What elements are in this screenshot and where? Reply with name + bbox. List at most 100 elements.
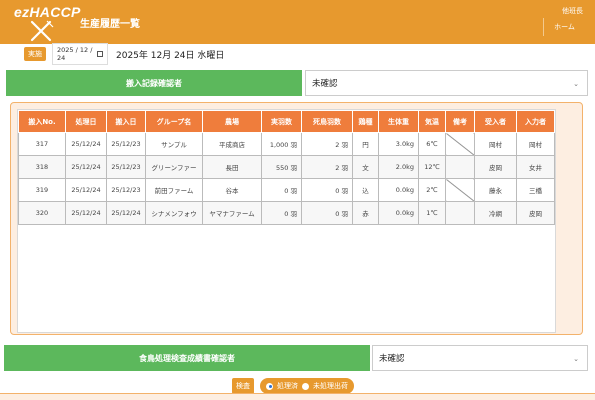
col-header: 搬入No.	[18, 110, 66, 133]
page-title: 生産履歴一覧	[80, 19, 140, 30]
table-row[interactable]: 317 25/12/24 25/12/23 サンプル 平成商店 1,000 羽 …	[18, 132, 555, 156]
cell-empty	[445, 178, 475, 202]
table-header-row: 搬入No. 処理日 搬入日 グループ名 農場 実羽数 死鳥羽数 鶏種 生体重 気…	[18, 110, 555, 133]
col-header: 農場	[202, 110, 262, 133]
cell: 平成商店	[202, 132, 262, 156]
cell-empty	[445, 155, 475, 179]
table-row[interactable]: 319 25/12/24 25/12/23 前田ファーム 谷本 0 羽 0 羽 …	[18, 178, 555, 202]
cell: 25/12/24	[65, 178, 107, 202]
inspection-checker-select[interactable]: 未確認 ⌄	[372, 345, 588, 371]
cell: 2.0kg	[378, 155, 419, 179]
receipt-checker-value: 未確認	[312, 79, 338, 89]
cell-empty	[445, 132, 475, 156]
inspection-row: 検査 処理済 未処理出荷	[232, 378, 354, 394]
cell: 0.0kg	[378, 178, 419, 202]
cell: 円	[352, 132, 379, 156]
cell: 3.0kg	[378, 132, 419, 156]
cell: 0 羽	[301, 178, 353, 202]
cell: 25/12/23	[106, 178, 146, 202]
cell: 0 羽	[261, 178, 302, 202]
app-header: ezHACCP 生産履歴一覧 他班長 ホーム	[0, 0, 595, 44]
fork-knife-icon	[30, 20, 54, 42]
cell: ヤマナファーム	[202, 201, 262, 225]
col-header: 受入者	[474, 110, 517, 133]
cell: 0.0kg	[378, 201, 419, 225]
cell: 冷網	[474, 201, 517, 225]
col-header: 搬入日	[106, 110, 146, 133]
cell: 318	[18, 155, 66, 179]
cell: 25/12/23	[106, 132, 146, 156]
col-header: 入力者	[516, 110, 555, 133]
radio-processed[interactable]	[266, 382, 273, 390]
col-header: 実羽数	[261, 110, 302, 133]
date-input[interactable]: 2025 / 12 / 24	[52, 43, 108, 65]
cell: 三橋	[516, 178, 555, 202]
cell: 25/12/24	[106, 201, 146, 225]
cell: 込	[352, 178, 379, 202]
cell: 0 羽	[301, 201, 353, 225]
table-panel: 搬入No. 処理日 搬入日 グループ名 農場 実羽数 死鳥羽数 鶏種 生体重 気…	[10, 102, 583, 335]
col-header: 備考	[445, 110, 475, 133]
table-scroll-area[interactable]: 搬入No. 処理日 搬入日 グループ名 農場 実羽数 死鳥羽数 鶏種 生体重 気…	[17, 109, 556, 333]
date-label: 実施	[24, 47, 46, 61]
inspection-checker-value: 未確認	[379, 354, 405, 364]
cell: 女井	[516, 155, 555, 179]
table-row[interactable]: 320 25/12/24 25/12/24 シナメンフォウ ヤマナファーム 0 …	[18, 201, 555, 225]
chevron-down-icon: ⌄	[573, 80, 579, 88]
inspection-radio-group: 処理済 未処理出荷	[260, 378, 354, 394]
cell: 25/12/24	[65, 132, 107, 156]
table-row[interactable]: 318 25/12/24 25/12/23 グリーンファー 長田 550 羽 2…	[18, 155, 555, 179]
cell: 皮岡	[474, 155, 517, 179]
cell: 岡村	[516, 132, 555, 156]
cell: サンプル	[145, 132, 203, 156]
cell: 皮岡	[516, 201, 555, 225]
app-logo: ezHACCP	[14, 4, 81, 20]
production-history-table: 搬入No. 処理日 搬入日 グループ名 農場 実羽数 死鳥羽数 鶏種 生体重 気…	[18, 110, 555, 225]
date-row: 実施 2025 / 12 / 24 2025年 12月 24日 水曜日	[24, 43, 225, 65]
user-name: 他班長	[562, 7, 583, 15]
cell: 12℃	[418, 155, 446, 179]
cell: 0 羽	[261, 201, 302, 225]
bottom-panel-edge	[0, 393, 595, 400]
cell-empty	[445, 201, 475, 225]
cell: 2 羽	[301, 155, 353, 179]
inspection-checker-label: 食鳥処理検査成績書確認者	[4, 345, 370, 371]
date-input-value: 2025 / 12 / 24	[57, 46, 93, 62]
col-header: 死鳥羽数	[301, 110, 353, 133]
cell: グリーンファー	[145, 155, 203, 179]
cell: 前田ファーム	[145, 178, 203, 202]
col-header: 気温	[418, 110, 446, 133]
cell: 2 羽	[301, 132, 353, 156]
cell: 赤	[352, 201, 379, 225]
col-header: 生体重	[378, 110, 419, 133]
radio-unprocessed-label: 未処理出荷	[313, 382, 348, 390]
cell: 岡村	[474, 132, 517, 156]
cell: 320	[18, 201, 66, 225]
cell: 1,000 羽	[261, 132, 302, 156]
col-header: 処理日	[65, 110, 107, 133]
cell: 25/12/24	[65, 155, 107, 179]
cell: 谷本	[202, 178, 262, 202]
col-header: 鶏種	[352, 110, 379, 133]
cell: 6℃	[418, 132, 446, 156]
calendar-icon[interactable]	[97, 51, 103, 57]
receipt-checker-label: 搬入記録確認者	[6, 70, 302, 96]
cell: 1℃	[418, 201, 446, 225]
date-display: 2025年 12月 24日 水曜日	[116, 50, 225, 61]
cell: 長田	[202, 155, 262, 179]
receipt-checker-select[interactable]: 未確認 ⌄	[305, 70, 588, 96]
home-button[interactable]: ホーム	[543, 18, 585, 36]
cell: 文	[352, 155, 379, 179]
radio-processed-label: 処理済	[277, 382, 298, 390]
cell: 317	[18, 132, 66, 156]
inspection-label: 検査	[232, 378, 254, 394]
col-header: グループ名	[145, 110, 203, 133]
cell: シナメンフォウ	[145, 201, 203, 225]
cell: 藤永	[474, 178, 517, 202]
cell: 550 羽	[261, 155, 302, 179]
radio-unprocessed[interactable]	[302, 382, 309, 390]
cell: 25/12/24	[65, 201, 107, 225]
cell: 25/12/23	[106, 155, 146, 179]
chevron-down-icon: ⌄	[573, 355, 579, 363]
cell: 319	[18, 178, 66, 202]
